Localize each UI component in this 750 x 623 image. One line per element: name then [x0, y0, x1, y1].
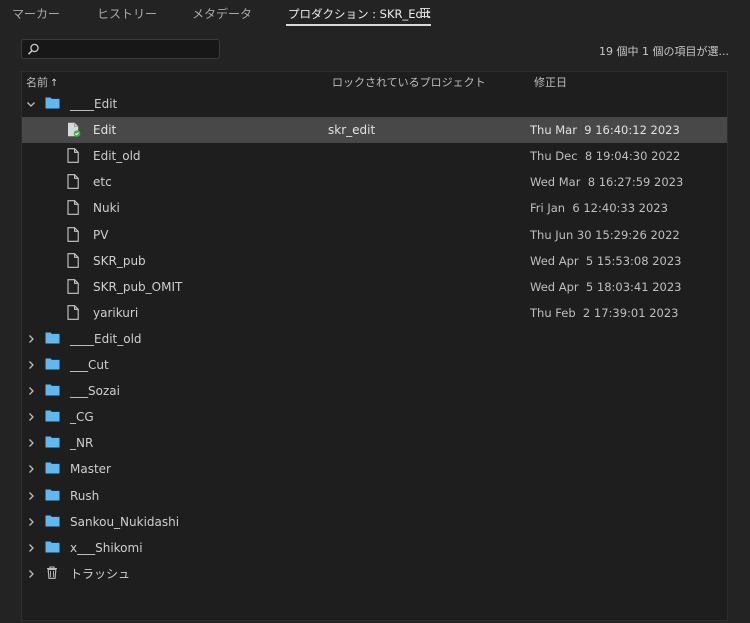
- folder-row[interactable]: ___Sozai: [22, 378, 727, 404]
- modified-date-cell: Thu Mar 9 16:40:12 2023: [530, 123, 680, 137]
- folder-name: Master: [70, 462, 111, 476]
- tab-history[interactable]: ヒストリー: [97, 6, 157, 22]
- folder-icon: [45, 540, 60, 556]
- folder-row[interactable]: Sankou_Nukidashi: [22, 509, 727, 535]
- folder-icon: [45, 514, 60, 530]
- folder-row[interactable]: ___Cut: [22, 352, 727, 378]
- folder-row[interactable]: Master: [22, 456, 727, 482]
- modified-date-cell: Thu Feb 2 17:39:01 2023: [530, 306, 679, 320]
- folder-icon: [45, 383, 60, 399]
- folder-icon: [45, 96, 60, 112]
- chevron-right-icon[interactable]: [26, 411, 36, 421]
- folder-row[interactable]: x___Shikomi: [22, 535, 727, 561]
- column-header-modified[interactable]: 修正日: [534, 76, 567, 90]
- folder-row[interactable]: _NR: [22, 430, 727, 456]
- search-field[interactable]: [44, 41, 218, 59]
- selection-status: 19 個中 1 個の項目が選...: [599, 45, 729, 58]
- chevron-right-icon[interactable]: [26, 333, 36, 343]
- folder-name: ____Edit_old: [70, 332, 142, 346]
- folder-name: x___Shikomi: [70, 541, 143, 555]
- panel-menu-icon[interactable]: [420, 8, 430, 18]
- folder-icon: [45, 488, 60, 504]
- project-file-icon: [67, 253, 79, 271]
- sort-ascending-icon: ↑: [50, 78, 59, 89]
- file-row[interactable]: Edit_old Thu Dec 8 19:04:30 2022: [22, 143, 727, 169]
- chevron-right-icon[interactable]: [26, 463, 36, 473]
- file-name: yarikuri: [93, 306, 139, 320]
- file-name: Edit: [93, 123, 117, 137]
- modified-date-cell: Wed Mar 8 16:27:59 2023: [530, 175, 684, 189]
- project-file-icon: [67, 148, 79, 166]
- locked-by-cell: skr_edit: [328, 123, 376, 137]
- folder-name: ____Edit: [70, 97, 118, 111]
- column-header-locked[interactable]: ロックされているプロジェクト: [332, 76, 486, 90]
- folder-icon: [45, 409, 60, 425]
- modified-date-cell: Wed Apr 5 15:53:08 2023: [530, 254, 682, 268]
- modified-date-cell: Fri Jan 6 12:40:33 2023: [530, 201, 668, 215]
- folder-name: Rush: [70, 489, 100, 503]
- modified-date-cell: Thu Dec 8 19:04:30 2022: [530, 149, 681, 163]
- column-header-name-label: 名前: [26, 76, 48, 89]
- project-file-icon: [67, 200, 79, 218]
- trash-label: トラッシュ: [70, 567, 131, 581]
- folder-row[interactable]: ____Edit: [22, 91, 727, 117]
- folder-row[interactable]: _CG: [22, 404, 727, 430]
- tab-metadata[interactable]: メタデータ: [192, 6, 252, 22]
- folder-row[interactable]: ____Edit_old: [22, 326, 727, 352]
- file-row[interactable]: yarikuri Thu Feb 2 17:39:01 2023: [22, 300, 727, 326]
- tab-markers[interactable]: マーカー: [12, 6, 60, 22]
- folder-name: _CG: [70, 410, 94, 424]
- chevron-right-icon[interactable]: [26, 437, 36, 447]
- folder-name: _NR: [70, 436, 94, 450]
- chevron-right-icon[interactable]: [26, 490, 36, 500]
- folder-icon: [45, 357, 60, 373]
- folder-row[interactable]: Rush: [22, 483, 727, 509]
- chevron-right-icon[interactable]: [26, 542, 36, 552]
- folder-icon: [45, 331, 60, 347]
- column-header-name[interactable]: 名前 ↑: [26, 76, 58, 91]
- folder-name: Sankou_Nukidashi: [70, 515, 180, 529]
- production-file-list: 名前 ↑ ロックされているプロジェクト 修正日 ____Edit Edit skr_e…: [21, 71, 728, 621]
- project-file-icon: [67, 227, 79, 245]
- trash-icon: [46, 566, 58, 582]
- file-row[interactable]: SKR_pub Wed Apr 5 15:53:08 2023: [22, 248, 727, 274]
- panel-tab-bar: マーカー ヒストリー メタデータ プロダクション : SKR_Edit: [0, 0, 750, 28]
- file-name: Edit_old: [93, 149, 141, 163]
- chevron-down-icon[interactable]: [26, 98, 36, 108]
- folder-name: ___Cut: [70, 358, 109, 372]
- file-row[interactable]: PV Thu Jun 30 15:29:26 2022: [22, 222, 727, 248]
- folder-icon: [45, 461, 60, 477]
- chevron-right-icon[interactable]: [26, 385, 36, 395]
- trash-row[interactable]: トラッシュ: [22, 561, 727, 587]
- search-input[interactable]: [21, 39, 220, 59]
- active-tab-indicator: [286, 24, 431, 26]
- folder-name: ___Sozai: [70, 384, 120, 398]
- folder-icon: [45, 435, 60, 451]
- file-name: SKR_pub_OMIT: [93, 280, 183, 294]
- file-name: SKR_pub: [93, 254, 146, 268]
- file-name: Nuki: [93, 201, 120, 215]
- file-name: etc: [93, 175, 112, 189]
- tab-production[interactable]: プロダクション : SKR_Edit: [288, 6, 431, 22]
- modified-date-cell: Wed Apr 5 18:03:41 2023: [530, 280, 682, 294]
- file-row[interactable]: etc Wed Mar 8 16:27:59 2023: [22, 169, 727, 195]
- project-file-icon: [67, 305, 79, 323]
- locked-project-icon: [67, 122, 81, 141]
- modified-date-cell: Thu Jun 30 15:29:26 2022: [530, 228, 680, 242]
- project-file-icon: [67, 174, 79, 192]
- chevron-right-icon[interactable]: [26, 359, 36, 369]
- search-icon: [27, 43, 39, 55]
- file-row[interactable]: SKR_pub_OMIT Wed Apr 5 18:03:41 2023: [22, 274, 727, 300]
- file-row[interactable]: Nuki Fri Jan 6 12:40:33 2023: [22, 195, 727, 221]
- project-file-icon: [67, 279, 79, 297]
- chevron-right-icon[interactable]: [26, 516, 36, 526]
- file-row[interactable]: Edit skr_edit Thu Mar 9 16:40:12 2023: [22, 117, 727, 143]
- chevron-right-icon[interactable]: [26, 568, 36, 578]
- file-name: PV: [93, 228, 109, 242]
